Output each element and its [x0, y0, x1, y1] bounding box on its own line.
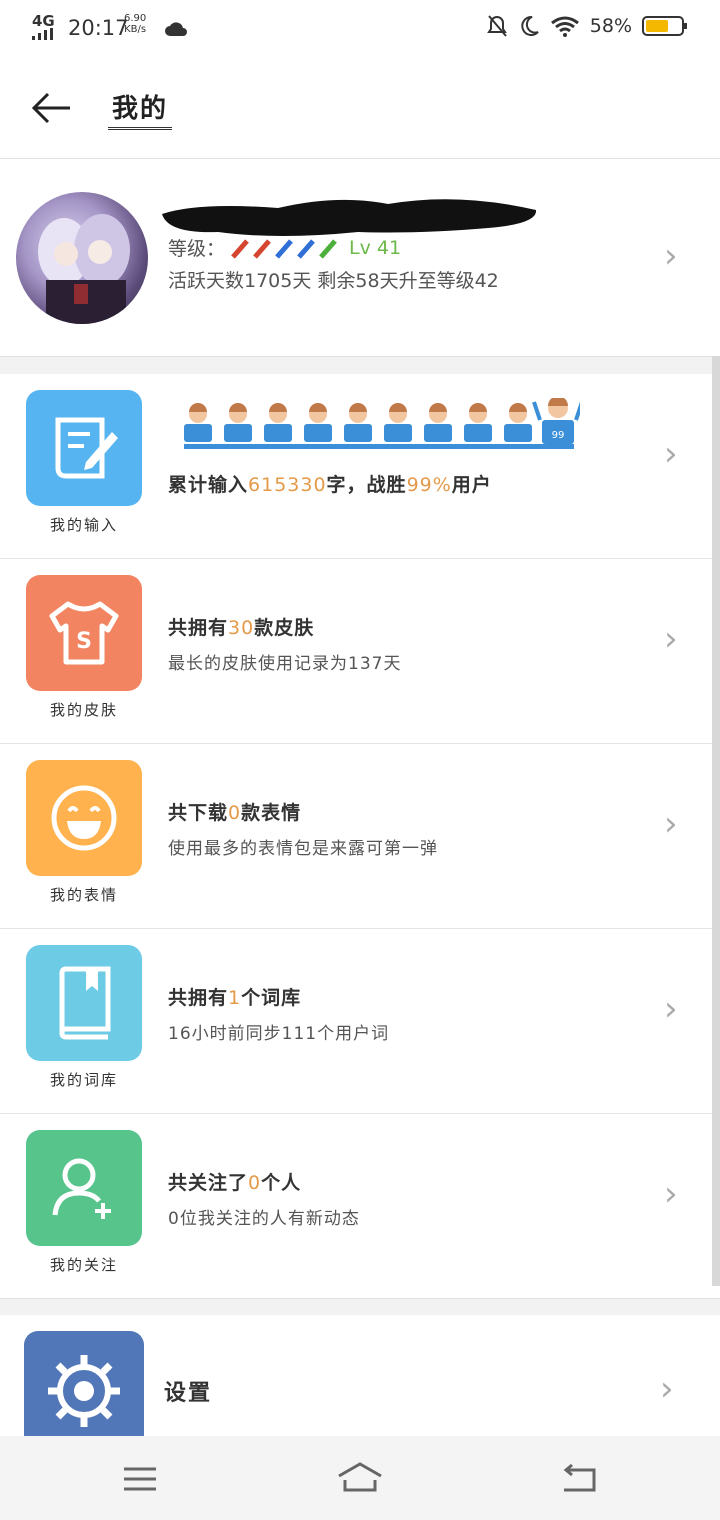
menu-icon[interactable]: [122, 1466, 158, 1492]
list-item-skins[interactable]: S 我的皮肤 共拥有30款皮肤 最长的皮肤使用记录为137天 ›: [0, 559, 712, 744]
level-pens-icon: [231, 238, 337, 259]
skins-detail-line: 最长的皮肤使用记录为137天: [168, 654, 402, 674]
profile-chevron-icon: ›: [664, 236, 678, 276]
tile-label: 我的词库: [49, 1071, 118, 1089]
list-item-dictionary[interactable]: 我的词库 共拥有1个词库 16小时前同步111个用户词 ›: [0, 929, 712, 1114]
following-count-line: 共关注了0个人: [168, 1172, 302, 1194]
add-user-icon: [26, 1130, 142, 1246]
gear-icon: [24, 1331, 144, 1451]
list-item-settings[interactable]: 设置 ›: [0, 1315, 720, 1451]
chevron-right-icon: ›: [664, 619, 678, 659]
chevron-right-icon: ›: [664, 434, 678, 474]
rank-people-icon: 99: [184, 398, 580, 449]
moon-icon: [521, 15, 539, 36]
chevron-right-icon: ›: [664, 804, 678, 844]
svg-text:S: S: [76, 629, 92, 654]
smiley-icon: [26, 760, 142, 876]
section-divider: [0, 1298, 720, 1315]
battery-icon: [642, 16, 687, 36]
list-item-emoji[interactable]: 我的表情 共下载0款表情 使用最多的表情包是来露可第一弹 ›: [0, 744, 712, 929]
tshirt-icon: S: [26, 575, 142, 691]
clock: 20:17: [68, 16, 129, 40]
network-speed: 6.90 KB/s: [124, 13, 146, 35]
avatar-illustration: [38, 214, 130, 324]
dictionary-detail-line: 16小时前同步111个用户词: [168, 1024, 390, 1044]
page-title: 我的: [108, 86, 173, 130]
level-value: Lv 41: [349, 236, 402, 259]
avatar[interactable]: [16, 192, 148, 324]
cloud-icon: [165, 22, 187, 36]
chevron-right-icon: ›: [664, 1174, 678, 1214]
chevron-right-icon: ›: [660, 1369, 674, 1409]
tile-label: 我的关注: [49, 1256, 118, 1274]
following-detail-line: 0位我关注的人有新动态: [168, 1209, 360, 1229]
skins-count-line: 共拥有30款皮肤: [168, 617, 315, 639]
tile-label: 我的表情: [49, 886, 118, 904]
list-item-following[interactable]: 我的关注 共关注了0个人 0位我关注的人有新动态 ›: [0, 1114, 712, 1299]
wifi-icon: [550, 16, 579, 37]
system-nav-bar: [0, 1436, 720, 1520]
back-arrow-icon[interactable]: [30, 90, 72, 126]
network-type: 4G: [32, 12, 55, 30]
battery-percent: 58%: [589, 15, 632, 37]
level-row: 等级： Lv 41: [168, 234, 401, 261]
network-indicator: 4G: [32, 12, 55, 40]
speed-value: 6.90: [124, 13, 147, 24]
scroll-pen-icon: [26, 390, 142, 506]
emoji-count-line: 共下载0款表情: [168, 802, 302, 824]
back-nav-icon[interactable]: [560, 1464, 598, 1494]
redacted-name: [162, 199, 537, 236]
tile-label: 我的输入: [49, 516, 118, 534]
scrollbar[interactable]: [712, 356, 720, 1286]
chevron-right-icon: ›: [664, 989, 678, 1029]
rank-badge: 99: [552, 430, 565, 441]
active-days: 活跃天数1705天 剩余58天升至等级42: [168, 270, 499, 292]
mute-bell-icon: [486, 15, 507, 37]
section-divider: [0, 356, 720, 376]
emoji-detail-line: 使用最多的表情包是来露可第一弹: [168, 839, 438, 859]
home-icon[interactable]: [336, 1460, 384, 1494]
tile-label: 我的皮肤: [49, 701, 118, 719]
input-stats-line: 累计输入615330字，战胜99%用户: [168, 474, 492, 496]
book-icon: [26, 945, 142, 1061]
profile-card[interactable]: 等级： Lv 41 活跃天数1705天 剩余58天升至等级42 ›: [0, 160, 720, 356]
status-bar: 4G 20:17 6.90 KB/s 58%: [0, 0, 720, 56]
dictionary-count-line: 共拥有1个词库: [168, 987, 302, 1009]
top-bar: 我的: [0, 56, 720, 159]
status-right: 58%: [486, 14, 688, 38]
settings-label: 设置: [164, 1381, 213, 1406]
list-item-input[interactable]: 我的输入 99 累计输入615330字，战胜99%用户 ›: [0, 374, 712, 559]
speed-unit: KB/s: [124, 24, 147, 35]
level-label: 等级：: [168, 238, 226, 260]
